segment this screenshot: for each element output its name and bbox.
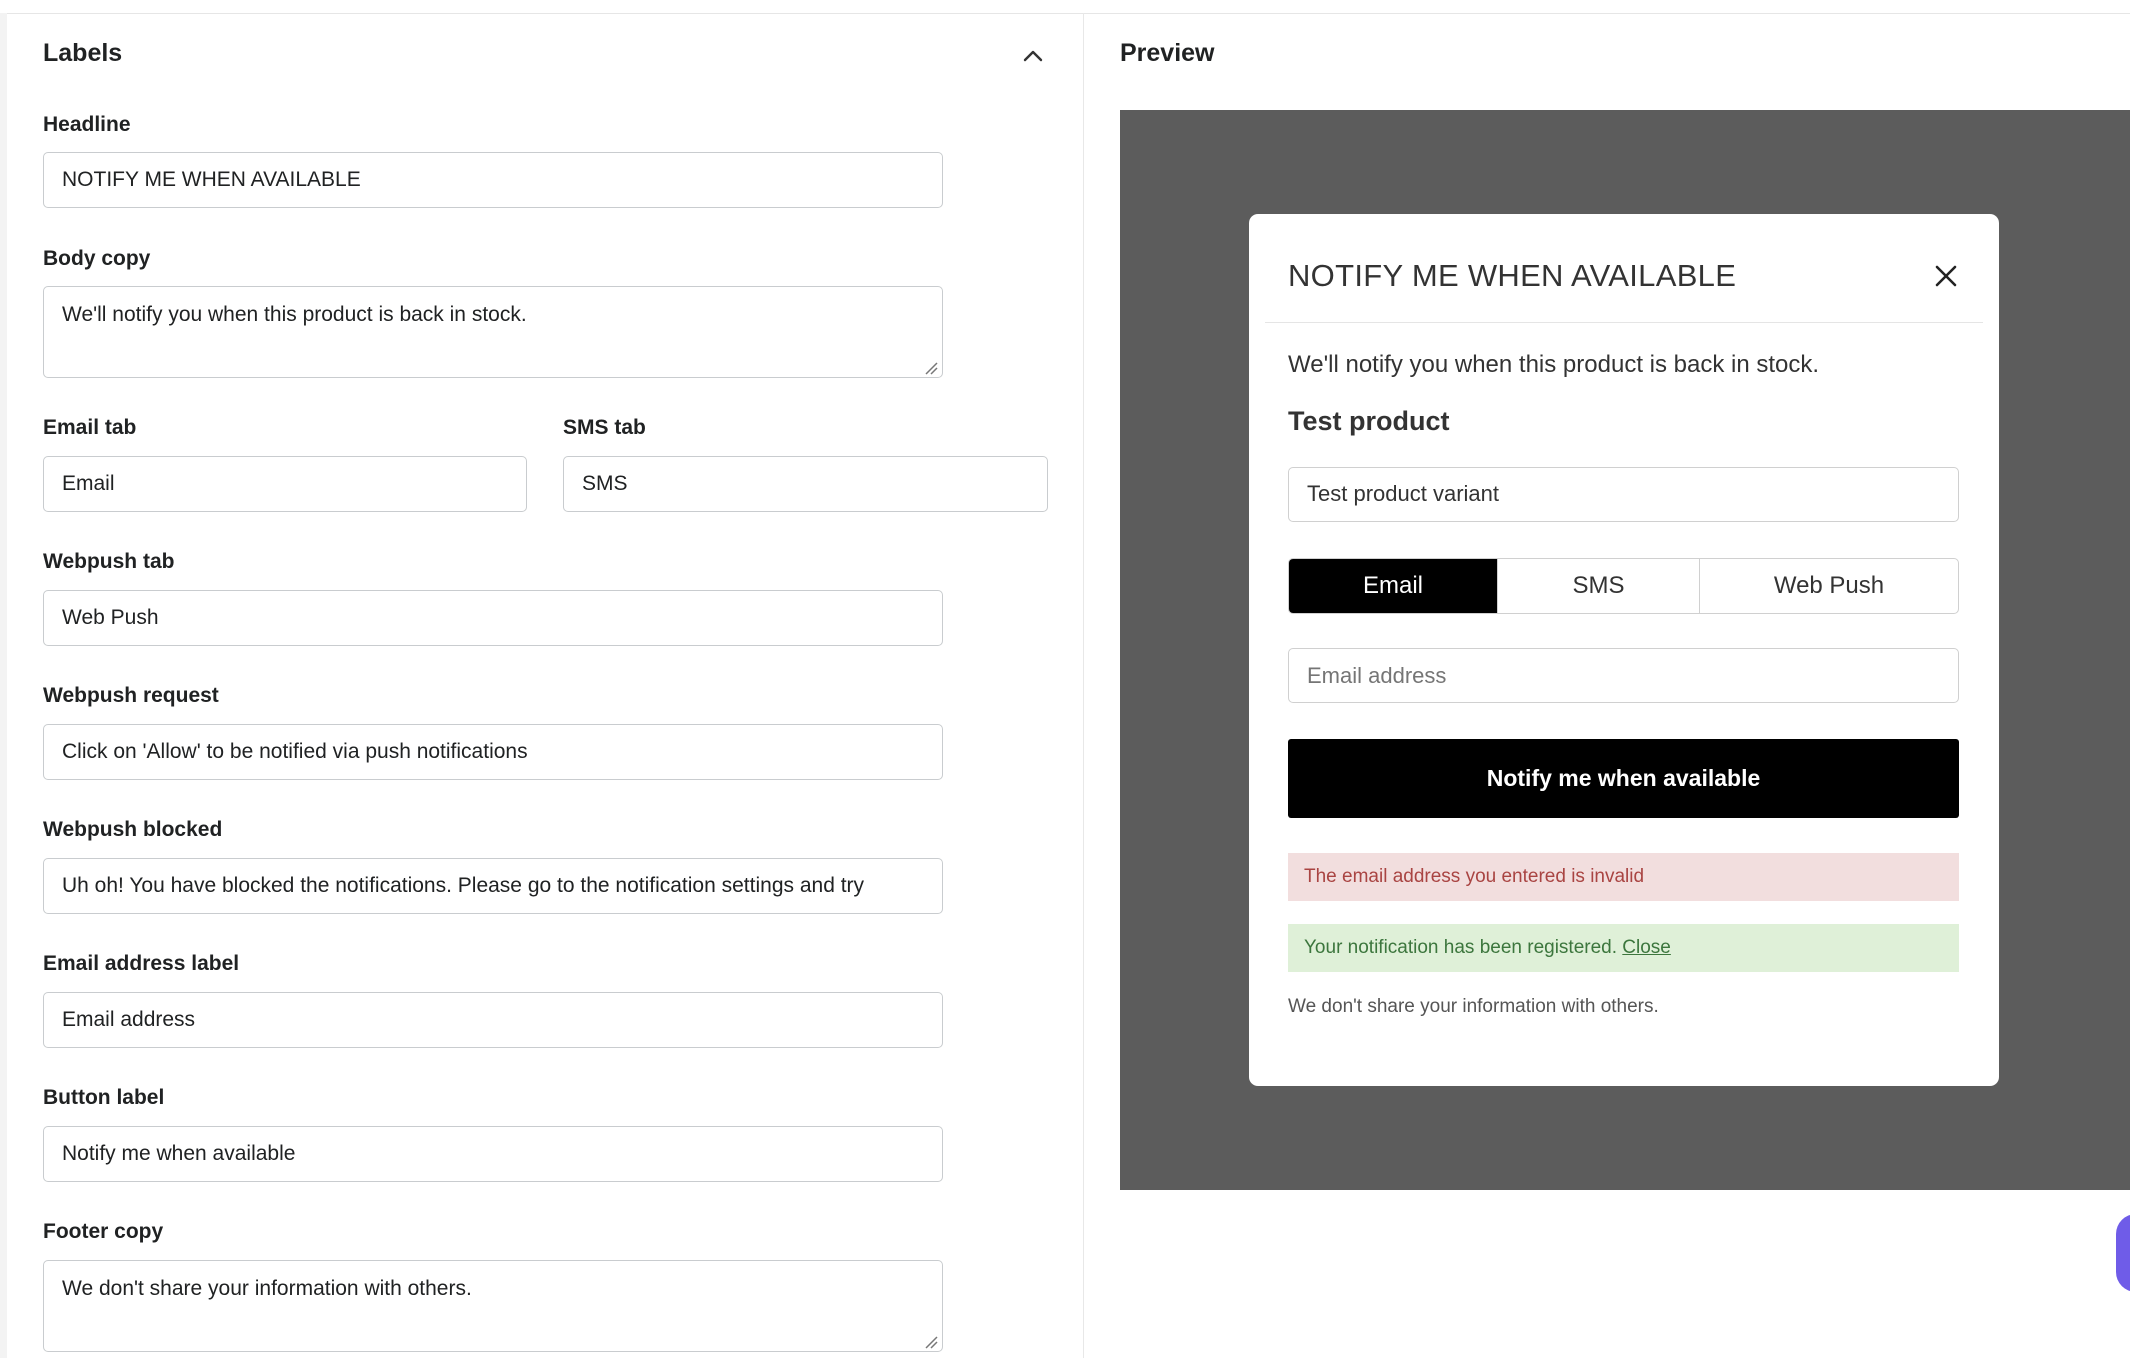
chat-launcher-button[interactable]: [2116, 1214, 2130, 1292]
channel-tabs: Email SMS Web Push: [1288, 558, 1959, 614]
sms-tab-input[interactable]: [563, 456, 1048, 512]
left-gutter: [0, 13, 7, 1358]
resize-handle-icon[interactable]: [924, 1335, 938, 1349]
variant-select[interactable]: Test product variant: [1288, 467, 1959, 522]
email-tab-label: Email tab: [43, 416, 137, 439]
webpush-request-input[interactable]: [43, 724, 943, 780]
footer-copy-label: Footer copy: [43, 1220, 164, 1243]
resize-handle-icon[interactable]: [924, 361, 938, 375]
notify-modal: NOTIFY ME WHEN AVAILABLE We'll notify yo…: [1249, 214, 1999, 1086]
top-border: [0, 0, 2130, 14]
footer-copy-textarea[interactable]: We don't share your information with oth…: [43, 1260, 943, 1352]
panel-divider: [1083, 13, 1084, 1358]
email-address-label-label: Email address label: [43, 952, 240, 975]
tab-email[interactable]: Email: [1289, 559, 1497, 613]
tab-web-push[interactable]: Web Push: [1699, 559, 1958, 613]
success-message: Your notification has been registered. C…: [1288, 924, 1959, 972]
close-icon: [1935, 265, 1957, 287]
preview-title: Preview: [1120, 39, 1215, 67]
success-close-link[interactable]: Close: [1622, 937, 1671, 958]
collapse-button[interactable]: [1015, 38, 1051, 74]
email-address-input[interactable]: [1288, 648, 1959, 703]
error-message: The email address you entered is invalid: [1288, 853, 1959, 901]
modal-body-text: We'll notify you when this product is ba…: [1288, 351, 1820, 378]
success-message-text: Your notification has been registered.: [1304, 937, 1623, 958]
chevron-up-icon: [1023, 50, 1043, 62]
modal-footer-text: We don't share your information with oth…: [1288, 996, 1659, 1017]
sms-tab-label: SMS tab: [563, 416, 646, 439]
modal-title: NOTIFY ME WHEN AVAILABLE: [1288, 258, 1737, 293]
notify-me-button[interactable]: Notify me when available: [1288, 739, 1959, 818]
modal-separator: [1265, 322, 1983, 323]
button-label-label: Button label: [43, 1086, 165, 1109]
email-address-label-input[interactable]: [43, 992, 943, 1048]
button-label-input[interactable]: [43, 1126, 943, 1182]
webpush-blocked-input[interactable]: [43, 858, 943, 914]
email-tab-input[interactable]: [43, 456, 527, 512]
labels-panel-title: Labels: [43, 39, 123, 67]
headline-label: Headline: [43, 113, 131, 136]
webpush-tab-label: Webpush tab: [43, 550, 175, 573]
body-copy-textarea[interactable]: We'll notify you when this product is ba…: [43, 286, 943, 378]
headline-input[interactable]: [43, 152, 943, 208]
webpush-blocked-label: Webpush blocked: [43, 818, 223, 841]
product-name: Test product: [1288, 406, 1450, 436]
webpush-request-label: Webpush request: [43, 684, 219, 707]
modal-close-button[interactable]: [1930, 260, 1962, 292]
tab-sms[interactable]: SMS: [1497, 559, 1699, 613]
webpush-tab-input[interactable]: [43, 590, 943, 646]
body-copy-label: Body copy: [43, 247, 151, 270]
